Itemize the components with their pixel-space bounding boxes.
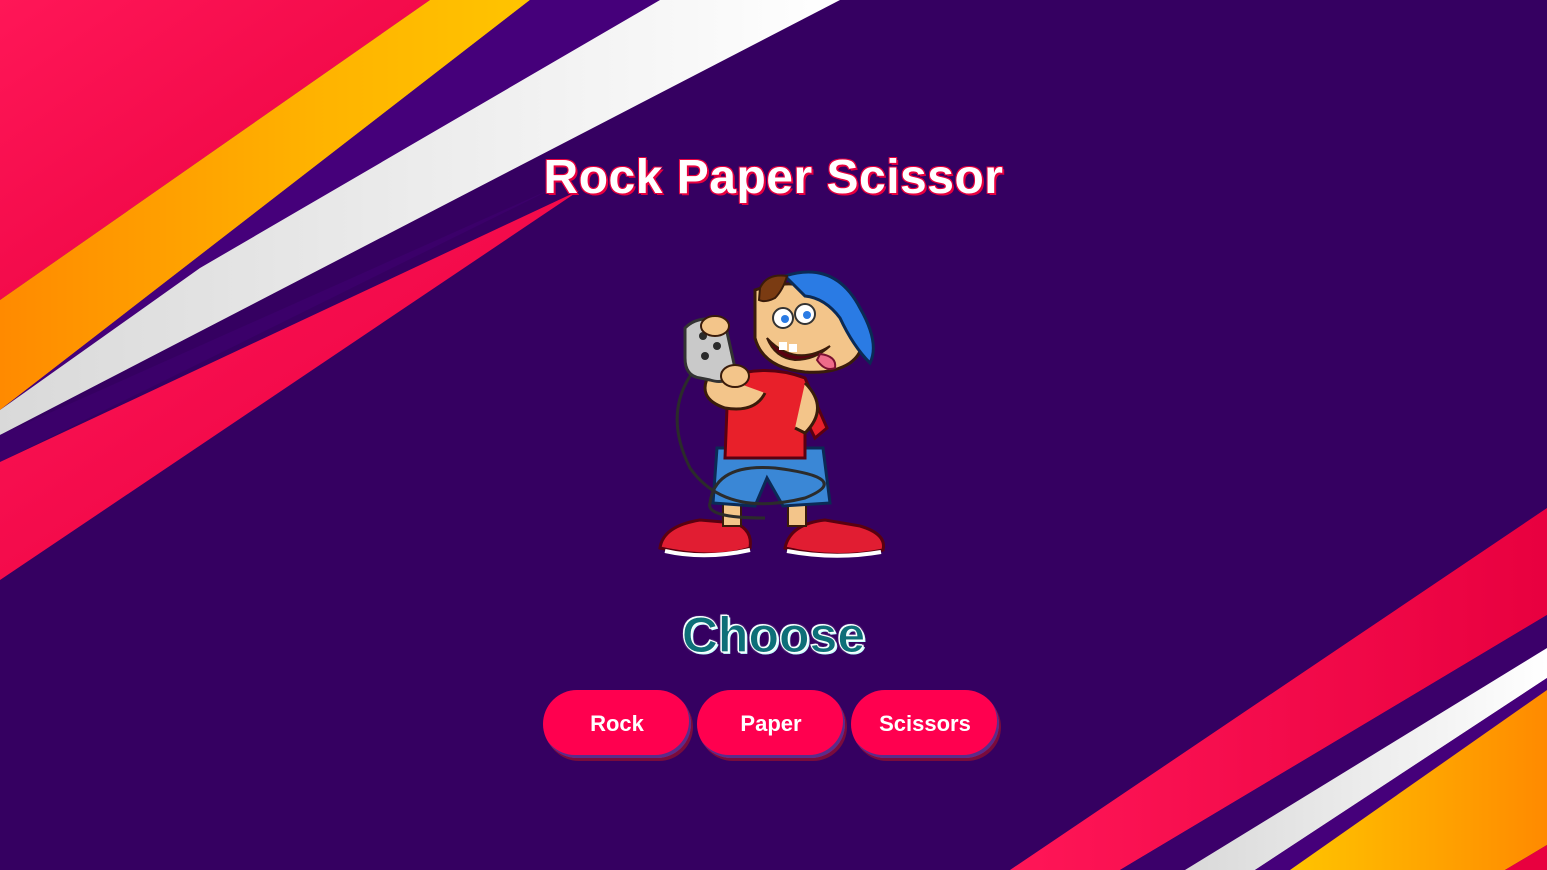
rock-button[interactable]: Rock xyxy=(543,690,691,758)
choice-buttons: Rock Paper Scissors xyxy=(543,690,1003,760)
choose-heading: Choose xyxy=(0,606,1547,664)
left-hand xyxy=(700,315,730,337)
gamer-boy-illustration xyxy=(658,270,886,558)
scissors-button[interactable]: Scissors xyxy=(851,690,999,758)
shoes xyxy=(658,518,886,558)
paper-button[interactable]: Paper xyxy=(697,690,845,758)
choose-label: Choose xyxy=(681,607,866,664)
right-hand xyxy=(720,364,750,388)
game-page: Rock Paper Scissor Choose Rock Paper Sci… xyxy=(0,0,1547,870)
head xyxy=(753,270,875,374)
page-title: Rock Paper Scissor xyxy=(543,151,1004,204)
